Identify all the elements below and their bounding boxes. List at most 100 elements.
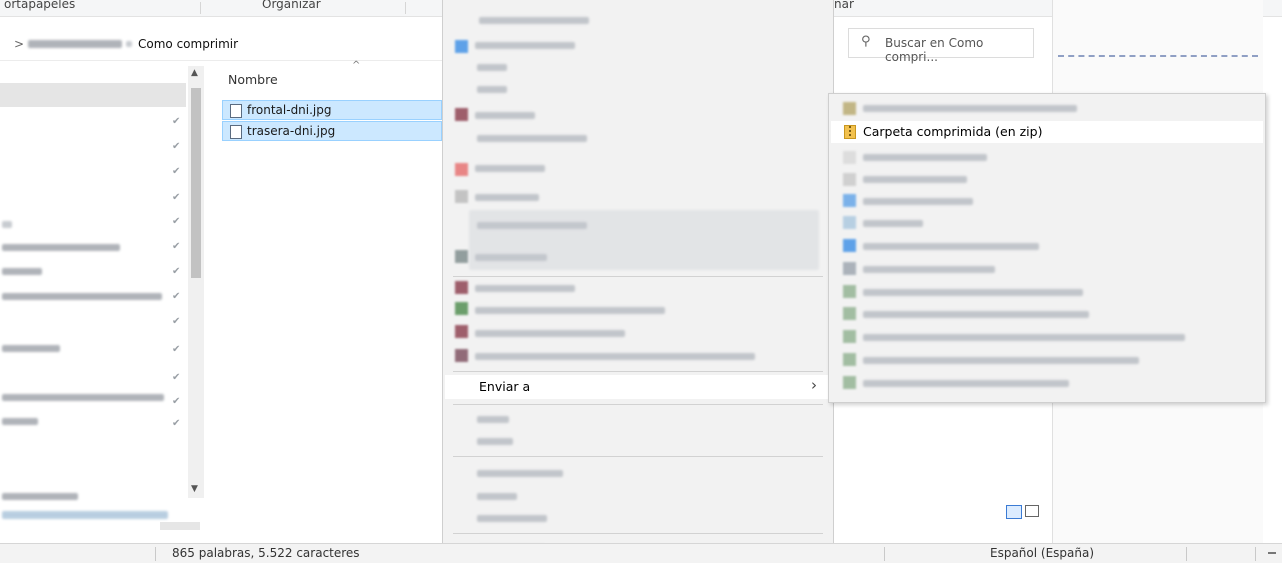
ribbon-organizar[interactable]: Organizar xyxy=(262,0,321,11)
file-row[interactable]: frontal-dni.jpg xyxy=(222,100,442,120)
app-icon xyxy=(455,163,468,176)
submenu-item[interactable] xyxy=(863,243,1039,250)
sort-arrow-icon: ^ xyxy=(352,60,361,71)
submenu-item[interactable] xyxy=(863,154,987,161)
layout-icon[interactable] xyxy=(1268,552,1276,554)
word-count[interactable]: 865 palabras, 5.522 caracteres xyxy=(172,546,360,560)
menu-group-bg xyxy=(469,210,819,270)
menu-item[interactable] xyxy=(475,353,755,360)
app-icon xyxy=(843,285,856,298)
menu-item[interactable] xyxy=(477,86,507,93)
pin-icon: ✔ xyxy=(172,266,181,277)
app-icon xyxy=(843,194,856,207)
menu-item[interactable] xyxy=(479,17,589,24)
submenu-item[interactable] xyxy=(863,289,1083,296)
pin-icon: ✔ xyxy=(172,418,181,429)
app-icon xyxy=(455,40,468,53)
context-menu: Enviar a › xyxy=(442,0,834,562)
status-divider xyxy=(1255,547,1256,561)
submenu-item[interactable] xyxy=(863,176,967,183)
submenu-item[interactable] xyxy=(863,198,973,205)
file-name: trasera-dni.jpg xyxy=(247,124,336,138)
search-box[interactable]: ⚲ Buscar en Como compri... xyxy=(848,28,1034,64)
image-file-icon xyxy=(230,125,242,139)
app-icon xyxy=(843,376,856,389)
submenu-item[interactable] xyxy=(863,380,1069,387)
status-bar: 865 palabras, 5.522 caracteres Español (… xyxy=(0,543,1282,563)
app-icon xyxy=(455,190,468,203)
nav-selected-item[interactable] xyxy=(0,83,186,107)
breadcrumb-parent[interactable] xyxy=(28,40,122,48)
scrollbar-thumb[interactable] xyxy=(191,88,201,278)
nav-item[interactable] xyxy=(2,293,162,300)
app-icon xyxy=(843,353,856,366)
horizontal-scrollbar[interactable] xyxy=(160,522,200,530)
menu-item[interactable] xyxy=(477,416,509,423)
language-indicator[interactable]: Español (España) xyxy=(990,546,1094,560)
submenu-item[interactable] xyxy=(863,357,1139,364)
scroll-up-icon[interactable]: ▲ xyxy=(191,68,198,78)
file-name: frontal-dni.jpg xyxy=(247,103,332,117)
menu-item[interactable] xyxy=(477,438,513,445)
menu-item[interactable] xyxy=(475,112,535,119)
nav-scrollbar[interactable]: ▲ ▼ xyxy=(188,66,204,498)
submenu-item[interactable] xyxy=(863,105,1077,112)
menu-item-enviar-a[interactable]: Enviar a › xyxy=(445,375,831,399)
menu-item[interactable] xyxy=(477,64,507,71)
thumbnails-view-icon[interactable] xyxy=(1025,505,1039,517)
image-file-icon xyxy=(230,104,242,118)
submenu-item[interactable] xyxy=(863,266,995,273)
submenu-item[interactable] xyxy=(863,311,1089,318)
menu-item[interactable] xyxy=(477,515,547,522)
menu-separator xyxy=(453,456,823,457)
nav-item[interactable] xyxy=(2,268,42,275)
chevron-right-icon: › xyxy=(811,376,817,394)
page-border-dashed xyxy=(1058,55,1258,57)
nav-item[interactable] xyxy=(2,493,78,500)
navigation-pane: ✔ ✔ ✔ ✔ ✔ ✔ ✔ ✔ ✔ ✔ ✔ ✔ ✔ xyxy=(0,66,205,508)
app-icon xyxy=(455,302,468,315)
nav-item[interactable] xyxy=(2,221,12,228)
menu-item[interactable] xyxy=(475,42,575,49)
menu-item[interactable] xyxy=(475,285,575,292)
breadcrumb-current[interactable]: Como comprimir xyxy=(138,37,238,51)
ribbon-divider xyxy=(405,2,406,14)
send-to-submenu: Carpeta comprimida (en zip) xyxy=(828,93,1266,403)
submenu-item[interactable] xyxy=(863,220,923,227)
details-view-icon[interactable] xyxy=(1006,505,1022,519)
menu-item[interactable] xyxy=(475,307,665,314)
ribbon-divider xyxy=(200,2,201,14)
menu-item[interactable] xyxy=(475,194,539,201)
menu-item-label: Enviar a xyxy=(479,379,531,394)
menu-item[interactable] xyxy=(475,165,545,172)
menu-item[interactable] xyxy=(477,470,563,477)
search-input[interactable]: Buscar en Como compri... xyxy=(885,36,1033,64)
breadcrumb-chevron-icon[interactable]: > xyxy=(14,37,24,51)
menu-separator xyxy=(453,533,823,534)
nav-item[interactable] xyxy=(2,345,60,352)
pin-icon: ✔ xyxy=(172,396,181,407)
scroll-down-icon[interactable]: ▼ xyxy=(191,484,198,494)
address-bar[interactable]: > Como comprimir xyxy=(0,28,442,61)
menu-item[interactable] xyxy=(475,330,625,337)
ribbon-group-bar: ortapapeles Organizar xyxy=(0,0,442,17)
ribbon-label[interactable]: nar xyxy=(834,0,854,11)
nav-item[interactable] xyxy=(2,394,164,401)
ribbon-portapapeles[interactable]: ortapapeles xyxy=(4,0,75,11)
pin-icon: ✔ xyxy=(172,192,181,203)
app-icon xyxy=(455,281,468,294)
pin-icon: ✔ xyxy=(172,166,181,177)
nav-item[interactable] xyxy=(2,418,38,425)
column-header-nombre[interactable]: Nombre xyxy=(228,72,278,87)
pin-icon: ✔ xyxy=(172,316,181,327)
submenu-item-label: Carpeta comprimida (en zip) xyxy=(863,124,1043,139)
nav-item[interactable] xyxy=(2,244,120,251)
menu-item[interactable] xyxy=(477,135,587,142)
menu-item[interactable] xyxy=(477,493,517,500)
app-icon xyxy=(843,216,856,229)
file-row[interactable]: trasera-dni.jpg xyxy=(222,121,442,141)
pin-icon: ✔ xyxy=(172,372,181,383)
app-icon xyxy=(843,173,856,186)
submenu-item[interactable] xyxy=(863,334,1185,341)
submenu-item-compressed-folder[interactable]: Carpeta comprimida (en zip) xyxy=(831,121,1263,143)
